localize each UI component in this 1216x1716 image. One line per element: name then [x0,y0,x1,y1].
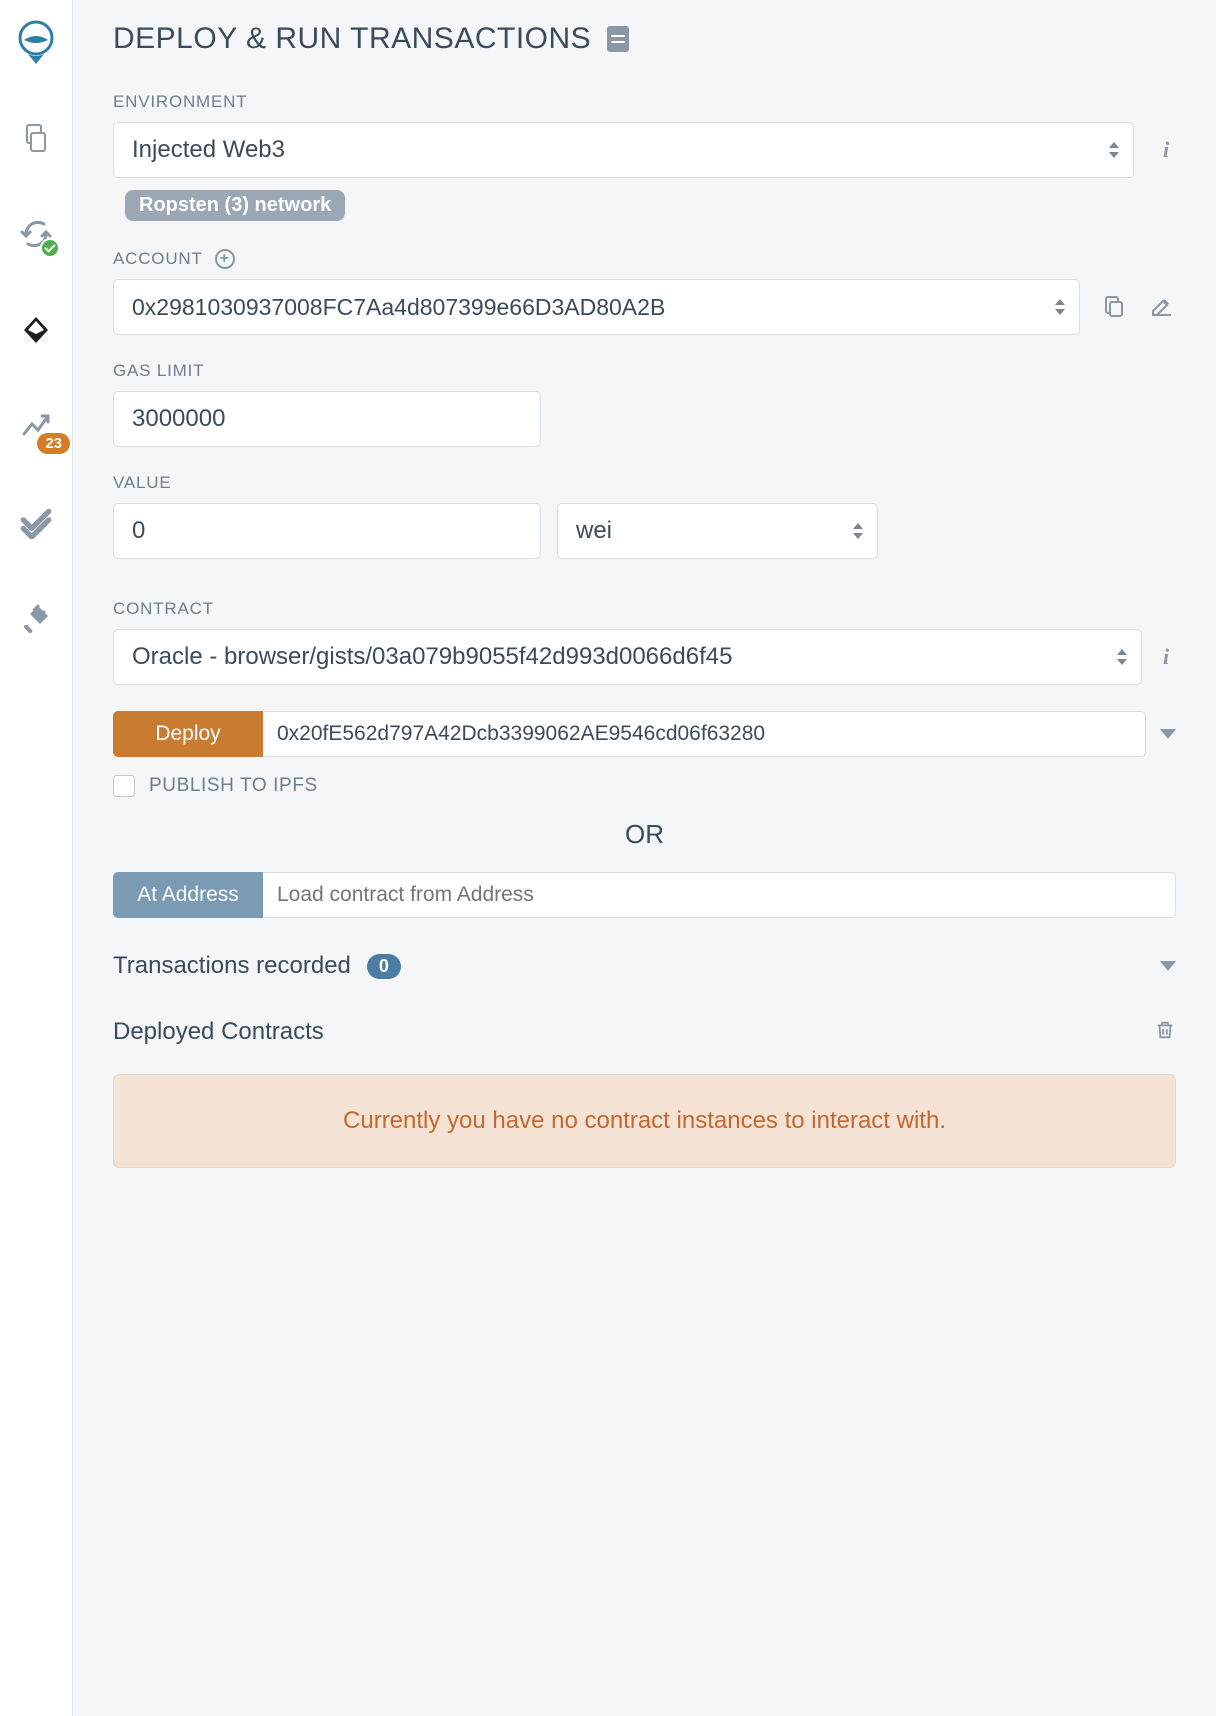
environment-value: Injected Web3 [132,136,285,164]
account-label: ACCOUNT + [113,249,1176,269]
icon-sidebar: 23 [0,0,73,1716]
at-address-input[interactable] [263,872,1176,918]
value-label: VALUE [113,473,1176,493]
select-spinner-icon [853,523,863,539]
gas-limit-label: GAS LIMIT [113,361,1176,381]
account-value: 0x2981030937008FC7Aa4d807399e66D3AD80A2B [132,294,665,321]
account-select[interactable]: 0x2981030937008FC7Aa4d807399e66D3AD80A2B [113,279,1080,335]
sidebar-analysis[interactable]: 23 [12,402,60,450]
page-title: DEPLOY & RUN TRANSACTIONS [113,22,591,56]
docs-icon[interactable] [607,26,629,52]
environment-label: ENVIRONMENT [113,92,1176,112]
deploy-button[interactable]: Deploy [113,711,263,757]
deploy-expand-icon[interactable] [1160,729,1176,739]
sidebar-file-explorer[interactable] [12,114,60,162]
publish-ipfs-label: PUBLISH TO IPFS [149,775,318,797]
sidebar-deploy-run[interactable] [12,306,60,354]
transactions-expand-icon[interactable] [1160,961,1176,971]
or-divider: OR [113,819,1176,850]
transactions-recorded-label: Transactions recorded [113,952,351,980]
deploy-run-panel: DEPLOY & RUN TRANSACTIONS ENVIRONMENT In… [73,0,1216,1716]
deploy-address-input[interactable] [263,711,1146,757]
sidebar-logo[interactable] [12,18,60,66]
deployed-contracts-label: Deployed Contracts [113,1018,1154,1046]
value-amount-input[interactable] [113,503,541,559]
select-spinner-icon [1109,142,1119,158]
contract-value: Oracle - browser/gists/03a079b9055f42d99… [132,643,732,671]
network-badge: Ropsten (3) network [125,190,345,221]
contract-select[interactable]: Oracle - browser/gists/03a079b9055f42d99… [113,629,1142,685]
publish-ipfs-checkbox[interactable] [113,775,135,797]
select-spinner-icon [1055,299,1065,315]
contract-label: CONTRACT [113,599,1176,619]
contract-info-icon[interactable]: i [1156,644,1176,670]
sidebar-plugin-manager[interactable] [12,594,60,642]
environment-info-icon[interactable]: i [1156,137,1176,163]
value-unit: wei [576,517,612,545]
value-unit-select[interactable]: wei [557,503,878,559]
transactions-count-badge: 0 [367,954,401,979]
edit-account-icon[interactable] [1150,294,1176,320]
sidebar-compiler[interactable] [12,210,60,258]
compile-success-icon [40,238,60,258]
analysis-badge: 23 [37,433,70,454]
environment-select[interactable]: Injected Web3 [113,122,1134,178]
no-contracts-alert: Currently you have no contract instances… [113,1074,1176,1168]
copy-account-icon[interactable] [1102,294,1128,320]
select-spinner-icon [1117,649,1127,665]
sidebar-debugger[interactable] [12,498,60,546]
gas-limit-input[interactable] [113,391,541,447]
add-account-icon[interactable]: + [215,249,235,269]
clear-deployed-icon[interactable] [1154,1019,1176,1046]
at-address-button[interactable]: At Address [113,872,263,918]
